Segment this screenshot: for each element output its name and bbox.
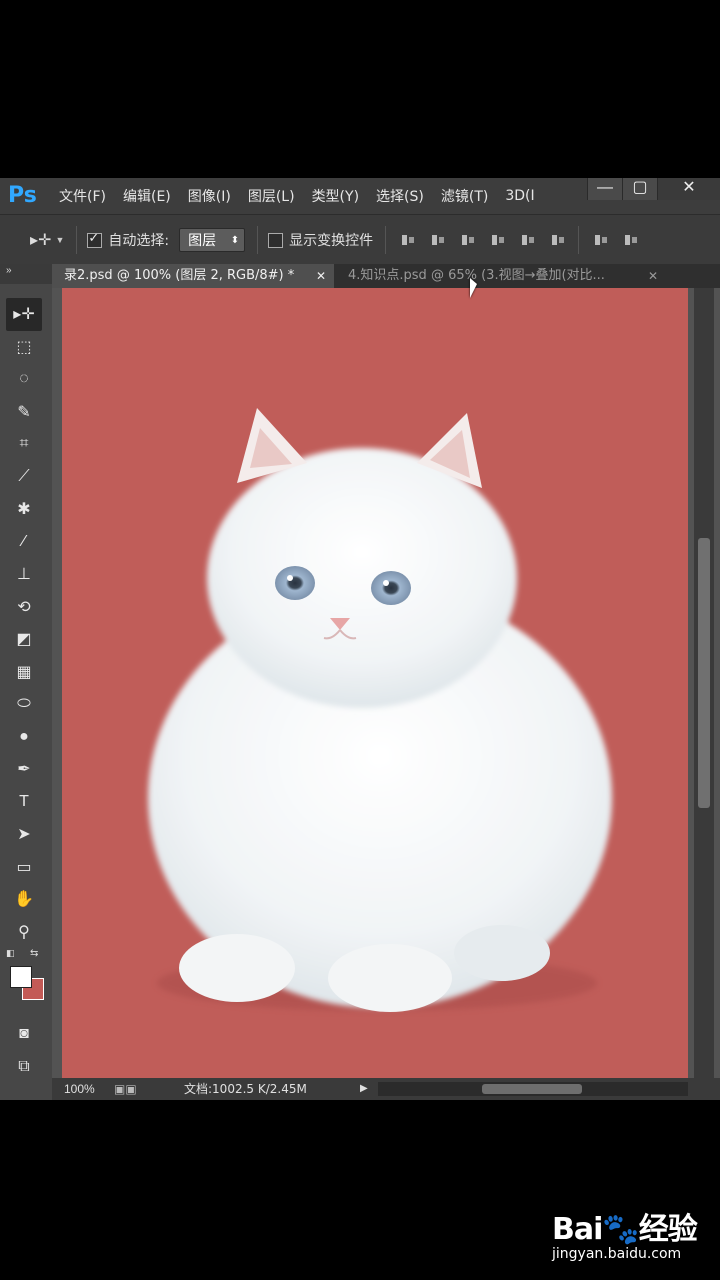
quick-select-tool-icon[interactable]: ✎: [6, 396, 42, 429]
menu-image[interactable]: 图像(I): [188, 186, 231, 206]
divider: [257, 226, 259, 254]
status-menu-arrow-icon[interactable]: ▶: [360, 1078, 368, 1100]
crop-tool-icon[interactable]: ⌗: [6, 428, 42, 461]
marquee-tool-icon[interactable]: ⬚: [6, 331, 42, 364]
tab-document-1[interactable]: 录2.psd @ 100% (图层 2, RGB/8#) * ✕: [52, 264, 334, 288]
menu-3d[interactable]: 3D(I: [505, 188, 534, 204]
eraser-tool-icon[interactable]: ◩: [6, 623, 42, 656]
menu-type[interactable]: 类型(Y): [312, 186, 359, 206]
history-brush-icon[interactable]: ⟲: [6, 591, 42, 624]
tab-document-2[interactable]: 4.知识点.psd @ 65% (3.视图→叠加(对比... ✕: [336, 264, 666, 288]
chevron-down-icon[interactable]: ▼: [55, 235, 64, 245]
divider: [385, 226, 387, 254]
cat-photo: [148, 408, 612, 1012]
auto-select-checkbox[interactable]: [87, 230, 103, 248]
default-colors-icon[interactable]: ◧: [6, 948, 15, 959]
toolbox: ▸✛ ⬚ ◌ ✎ ⌗ ⟋ ✱ ∕ ⊥ ⟲ ◩ ▦ ⬭ ● ✒ T ➤ ▭ ✋ ⚲…: [6, 298, 46, 1083]
dodge-tool-icon[interactable]: ●: [6, 721, 42, 754]
collapse-panel-icon[interactable]: »: [0, 264, 52, 284]
close-icon[interactable]: ✕: [316, 264, 326, 288]
menu-filter[interactable]: 滤镜(T): [441, 186, 488, 206]
brush-tool-icon[interactable]: ∕: [6, 526, 42, 559]
align-left-icon[interactable]: [490, 232, 506, 248]
maximize-button[interactable]: ▢: [622, 178, 657, 200]
horizontal-scroll-thumb[interactable]: [482, 1084, 582, 1094]
chevron-updown-icon: ⬍: [230, 235, 240, 246]
zoom-level[interactable]: 100%: [64, 1078, 95, 1100]
eyedropper-tool-icon[interactable]: ⟋: [6, 461, 42, 494]
document-size: 文档:1002.5 K/2.45M: [184, 1082, 307, 1096]
show-transform-checkbox[interactable]: [268, 232, 284, 248]
vertical-scrollbar[interactable]: [694, 288, 714, 1078]
watermark-brand: Bai🐾经验: [552, 1212, 698, 1247]
type-tool-icon[interactable]: T: [6, 786, 42, 819]
proof-icon: ▣▣: [114, 1082, 137, 1096]
menu-file[interactable]: 文件(F): [59, 186, 106, 206]
window-controls: — ▢ ✕: [587, 178, 720, 200]
document-canvas[interactable]: [62, 288, 688, 1078]
rectangle-tool-icon[interactable]: ▭: [6, 851, 42, 884]
baidu-watermark: Bai🐾经验 jingyan.baidu.com: [552, 1204, 698, 1262]
color-swatches: ◧ ⇆: [6, 948, 46, 1018]
distribute-center-icon[interactable]: [623, 232, 639, 248]
align-vcenter-icon[interactable]: [430, 232, 446, 248]
photoshop-window: Ps 文件(F) 编辑(E) 图像(I) 图层(L) 类型(Y) 选择(S) 滤…: [0, 178, 720, 1100]
minimize-button[interactable]: —: [587, 178, 622, 200]
menu-layer[interactable]: 图层(L): [248, 186, 295, 206]
lasso-tool-icon[interactable]: ◌: [6, 363, 42, 396]
close-icon[interactable]: ✕: [648, 264, 658, 288]
auto-select-label: 自动选择:: [108, 233, 170, 249]
status-bar: 100% ▣▣ 文档:1002.5 K/2.45M ▶: [52, 1078, 720, 1100]
watermark-url: jingyan.baidu.com: [552, 1246, 682, 1262]
vertical-scroll-thumb[interactable]: [698, 538, 710, 808]
auto-select-target-dropdown[interactable]: 图层 ⬍: [179, 228, 246, 252]
distribute-top-icon[interactable]: [593, 232, 609, 248]
quick-mask-icon[interactable]: ◙: [6, 1018, 42, 1051]
healing-brush-icon[interactable]: ✱: [6, 493, 42, 526]
clone-stamp-icon[interactable]: ⊥: [6, 558, 42, 591]
divider: [578, 226, 580, 254]
swap-colors-icon[interactable]: ⇆: [30, 948, 38, 959]
divider: [76, 226, 78, 254]
align-hcenter-icon[interactable]: [520, 232, 536, 248]
document-tabs: 录2.psd @ 100% (图层 2, RGB/8#) * ✕ 4.知识点.p…: [52, 264, 720, 288]
align-right-icon[interactable]: [550, 232, 566, 248]
menu-edit[interactable]: 编辑(E): [123, 186, 171, 206]
gradient-tool-icon[interactable]: ▦: [6, 656, 42, 689]
auto-select-target-value: 图层: [188, 233, 217, 249]
move-tool-icon[interactable]: ▸✛: [6, 298, 42, 331]
hand-tool-icon[interactable]: ✋: [6, 883, 42, 916]
screen-mode-icon[interactable]: ⧉: [6, 1051, 42, 1084]
blur-tool-icon[interactable]: ⬭: [6, 688, 42, 721]
show-transform-label: 显示变换控件: [289, 233, 374, 249]
foreground-color-swatch[interactable]: [10, 966, 32, 988]
photoshop-logo: Ps: [8, 183, 37, 208]
options-bar: ▸✛ ▼ 自动选择: 图层 ⬍ 显示变换控件: [0, 214, 720, 265]
close-button[interactable]: ✕: [657, 178, 720, 200]
menu-select[interactable]: 选择(S): [376, 186, 424, 206]
pen-tool-icon[interactable]: ✒: [6, 753, 42, 786]
zoom-tool-icon[interactable]: ⚲: [6, 916, 42, 949]
mouse-cursor-icon: [470, 278, 477, 298]
move-tool-preset-icon[interactable]: ▸✛: [30, 230, 51, 250]
menu-bar: Ps 文件(F) 编辑(E) 图像(I) 图层(L) 类型(Y) 选择(S) 滤…: [0, 178, 720, 214]
horizontal-scrollbar[interactable]: [378, 1082, 688, 1096]
align-top-icon[interactable]: [400, 232, 416, 248]
tab-label: 录2.psd @ 100% (图层 2, RGB/8#) *: [64, 268, 295, 283]
align-bottom-icon[interactable]: [460, 232, 476, 248]
path-select-tool-icon[interactable]: ➤: [6, 818, 42, 851]
